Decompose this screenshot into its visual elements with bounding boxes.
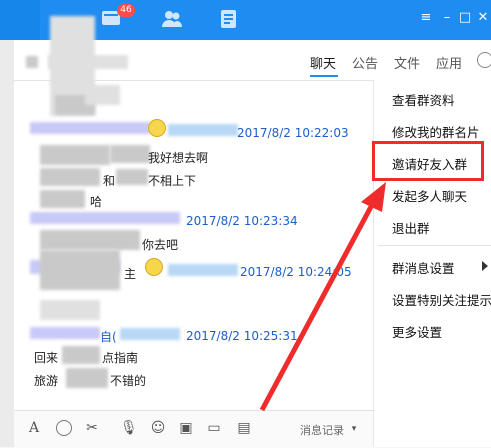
annotation-arrow — [259, 182, 386, 412]
